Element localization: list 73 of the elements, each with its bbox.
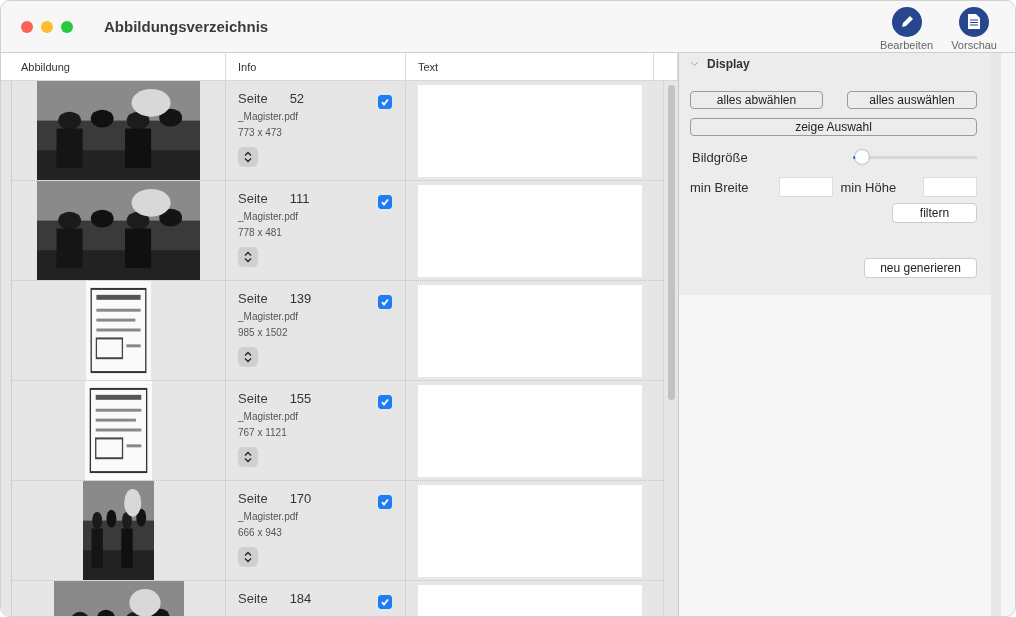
window-title: Abbildungsverzeichnis — [104, 18, 270, 35]
page-number: 155 — [289, 391, 312, 406]
checkmark-icon — [380, 597, 390, 607]
page-label: Seite — [238, 291, 268, 306]
checkbox[interactable] — [378, 595, 392, 609]
checkbox[interactable] — [378, 495, 392, 509]
text-field[interactable] — [418, 85, 642, 177]
page-label: Seite — [238, 91, 268, 106]
page-label: Seite — [238, 391, 268, 406]
file-name: _Magister.pdf — [238, 511, 300, 522]
text-field[interactable] — [418, 185, 642, 277]
select-all-button[interactable]: alles auswählen — [847, 91, 977, 109]
field-label: min Breite — [690, 179, 749, 195]
text-field[interactable] — [418, 285, 642, 377]
image-size: 767 x 1121 — [238, 427, 288, 438]
checkbox[interactable] — [378, 395, 392, 409]
page-number: 170 — [289, 491, 312, 506]
regenerate-button[interactable]: neu generieren — [864, 258, 977, 278]
column-header[interactable]: Info — [238, 60, 257, 73]
toolbar-button[interactable]: Bearbeiten — [879, 6, 934, 51]
show-selection-button[interactable]: zeige Auswahl — [690, 118, 977, 136]
checkbox[interactable] — [378, 195, 392, 209]
file-name: _Magister.pdf — [238, 311, 300, 322]
image-size: 773 x 473 — [238, 127, 283, 138]
chevron-up-down-icon — [244, 251, 252, 263]
section-title: Display — [707, 57, 750, 71]
stepper[interactable] — [238, 147, 258, 167]
page-number: 184 — [289, 591, 312, 606]
toolbar-button[interactable]: Vorschau — [951, 6, 997, 51]
page-label: Seite — [238, 191, 268, 206]
min-height-field[interactable] — [923, 177, 977, 197]
page-label: Seite — [238, 491, 268, 506]
slider-label: Bildgröße — [692, 149, 748, 165]
image-size: 778 x 481 — [238, 227, 283, 238]
checkmark-icon — [380, 397, 390, 407]
stepper[interactable] — [238, 447, 258, 467]
image-size: 985 x 1502 — [238, 327, 289, 338]
page-label: Seite — [238, 591, 268, 606]
stepper[interactable] — [238, 347, 258, 367]
minimize-button[interactable] — [41, 20, 53, 33]
page-number: 139 — [289, 291, 312, 306]
text-field[interactable] — [418, 485, 642, 577]
file-name: _Magister.pdf — [238, 411, 300, 422]
file-name: _Magister.pdf — [238, 211, 300, 222]
page-number: 52 — [289, 91, 305, 106]
close-button[interactable] — [21, 20, 33, 33]
checkbox[interactable] — [378, 295, 392, 309]
checkbox[interactable] — [378, 95, 392, 109]
stepper[interactable] — [238, 247, 258, 267]
checkmark-icon — [380, 97, 390, 107]
deselect-all-button[interactable]: alles abwählen — [690, 91, 823, 109]
checkmark-icon — [380, 497, 390, 507]
field-label: min Höhe — [840, 179, 897, 195]
page-number: 111 — [289, 191, 310, 206]
chevron-up-down-icon — [244, 351, 252, 363]
scrollbar[interactable] — [667, 85, 675, 400]
chevron-up-down-icon — [244, 151, 252, 163]
min-width-field[interactable] — [778, 177, 833, 197]
chevron-up-down-icon — [244, 551, 252, 563]
filter-button[interactable]: filtern — [892, 203, 977, 223]
stepper[interactable] — [238, 547, 258, 567]
text-field[interactable] — [418, 385, 642, 477]
checkmark-icon — [380, 297, 390, 307]
column-header[interactable]: Abbildung — [21, 60, 70, 73]
chevron-up-down-icon — [244, 451, 252, 463]
column-header[interactable]: Text — [418, 60, 439, 73]
chevron-down-icon[interactable] — [690, 61, 699, 67]
zoom-button[interactable] — [61, 20, 73, 33]
image-size: 666 x 943 — [238, 527, 283, 538]
document-icon — [967, 13, 982, 30]
checkmark-icon — [380, 197, 390, 207]
file-name: _Magister.pdf — [238, 111, 300, 122]
slider-thumb[interactable] — [854, 150, 869, 164]
